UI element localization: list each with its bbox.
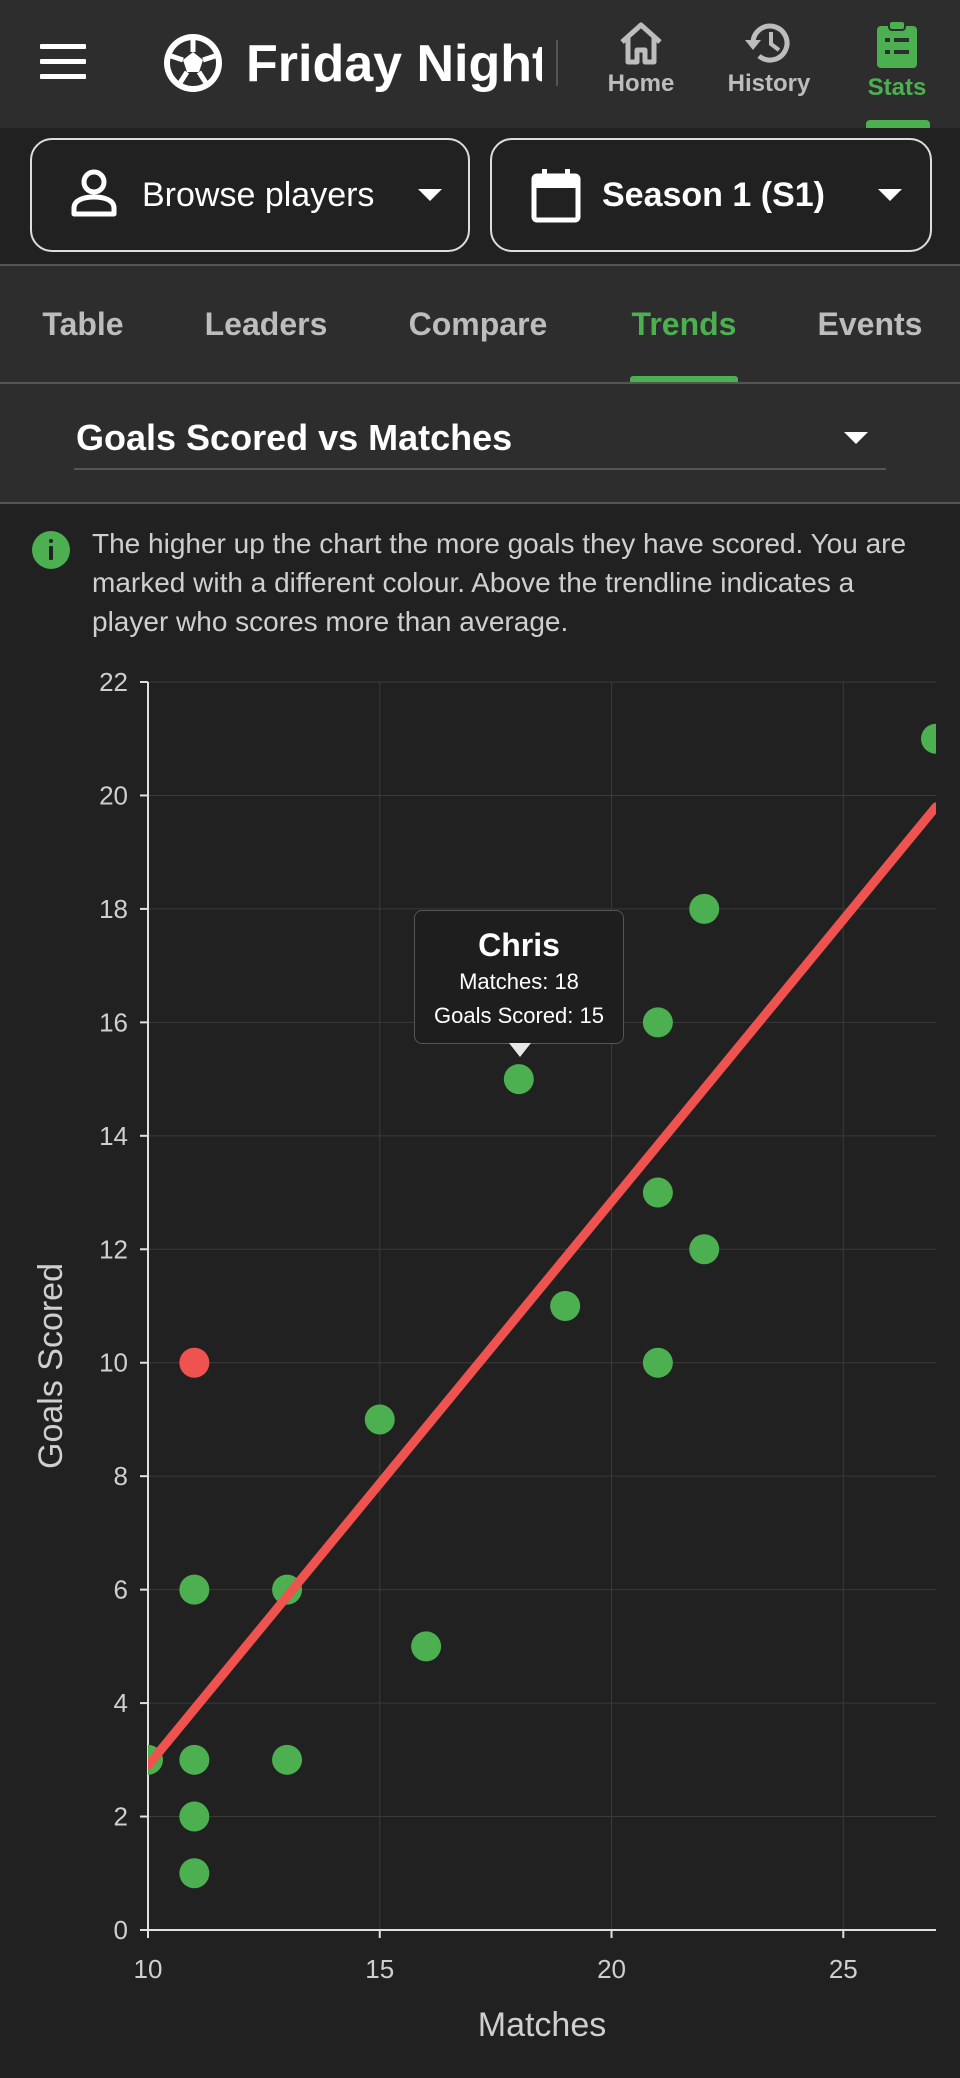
y-tick-label: 16: [99, 1007, 128, 1037]
y-tick-label: 6: [114, 1575, 128, 1605]
self-data-point: [179, 1347, 210, 1378]
data-point: [642, 1007, 673, 1038]
player-selector[interactable]: Browse players: [30, 138, 470, 252]
tab-leaders[interactable]: Leaders: [192, 266, 340, 382]
y-tick-label: 12: [99, 1234, 128, 1264]
x-tick-label: 15: [365, 1954, 394, 1984]
metric-area: Goals Scored vs Matches: [0, 384, 960, 504]
y-tick-label: 14: [99, 1121, 128, 1151]
y-tick-label: 2: [114, 1802, 128, 1832]
y-tick-label: 22: [99, 667, 128, 697]
menu-button[interactable]: [40, 44, 100, 84]
calendar-icon: [531, 169, 581, 223]
data-point: [364, 1404, 395, 1435]
app-root: Friday Night Home History Stats Browse p…: [0, 0, 960, 2078]
season-selector[interactable]: Season 1 (S1): [490, 138, 932, 252]
nav-history[interactable]: History: [714, 20, 824, 110]
app-bar: Friday Night Home History Stats: [0, 0, 960, 128]
history-icon: [745, 23, 790, 63]
tab-table[interactable]: Table: [30, 266, 136, 382]
data-point: [179, 1858, 210, 1889]
home-icon: [620, 22, 662, 65]
data-point: [272, 1744, 303, 1775]
data-point: [921, 723, 936, 754]
x-axis-title: Matches: [478, 2006, 607, 2044]
y-tick-label: 0: [114, 1915, 128, 1945]
tab-events[interactable]: Events: [808, 266, 932, 382]
chevron-down-icon: [878, 189, 902, 201]
person-icon: [71, 169, 117, 217]
data-point: [689, 1234, 720, 1265]
y-tick-label: 20: [99, 780, 128, 810]
title-divider: [556, 40, 558, 86]
data-point: [642, 1347, 673, 1378]
data-point: [689, 893, 720, 924]
point-tooltip: Chris Matches: 18 Goals Scored: 15: [414, 910, 624, 1057]
nav-home[interactable]: Home: [586, 20, 696, 110]
nav-home-label: Home: [607, 70, 675, 97]
season-selector-label: Season 1 (S1): [602, 176, 825, 214]
tooltip-goals: Goals Scored: 15: [434, 1003, 604, 1028]
nav-stats-label: Stats: [867, 74, 927, 101]
menu-icon: [40, 44, 86, 49]
nav-active-indicator: [866, 120, 930, 128]
tab-compare[interactable]: Compare: [396, 266, 560, 382]
y-tick-label: 8: [114, 1461, 128, 1491]
scatter-chart-svg: 0 2 4 6 8 10 12 14 16 18 20 22 10 15 20 25 Matches Goals …: [32, 667, 936, 2044]
metric-dropdown[interactable]: Goals Scored vs Matches: [74, 408, 886, 470]
nav-history-label: History: [727, 70, 811, 97]
scatter-chart: 0 2 4 6 8 10 12 14 16 18 20 22 10 15 20 25 Matches Goals …: [0, 660, 960, 2078]
app-title: Friday Night: [246, 35, 542, 93]
soccer-ball-icon: [164, 34, 222, 92]
clipboard-list-icon: [877, 20, 917, 68]
y-tick-label: 10: [99, 1348, 128, 1378]
tooltip-player-name: Chris: [478, 927, 560, 963]
info-icon: [32, 531, 70, 569]
player-selector-label: Browse players: [142, 176, 375, 214]
tab-trends[interactable]: Trends: [614, 266, 754, 382]
metric-dropdown-value: Goals Scored vs Matches: [76, 417, 513, 458]
data-point: [411, 1631, 442, 1662]
data-point: [179, 1574, 210, 1605]
data-point: [179, 1801, 210, 1832]
x-tick-label: 10: [134, 1954, 163, 1984]
stats-tab-bar: Table Leaders Compare Trends Events: [0, 264, 960, 384]
x-tick-label: 25: [829, 1954, 858, 1984]
chevron-down-icon: [844, 432, 868, 444]
chevron-down-icon: [418, 189, 442, 201]
x-tick-label: 20: [597, 1954, 626, 1984]
tooltip-matches: Matches: 18: [459, 969, 579, 994]
y-tick-label: 4: [114, 1688, 128, 1718]
data-point: [179, 1744, 210, 1775]
data-point: [642, 1177, 673, 1208]
y-tick-label: 18: [99, 894, 128, 924]
data-point: [503, 1064, 534, 1095]
info-text: The higher up the chart the more goals t…: [92, 528, 907, 637]
y-axis-title: Goals Scored: [32, 1263, 70, 1469]
nav-stats[interactable]: Stats: [842, 20, 952, 110]
tab-active-indicator: [630, 376, 738, 382]
data-point: [550, 1291, 581, 1321]
